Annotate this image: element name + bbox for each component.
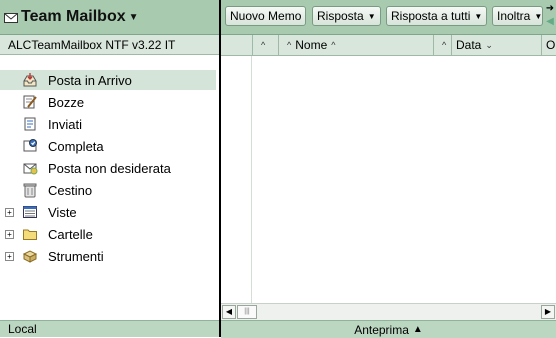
navigator-list: Posta in Arrivo Bozze Inviati Completa P… (0, 56, 219, 320)
horizontal-scrollbar[interactable]: ◀ ||| ▶ (221, 303, 556, 321)
inbox-icon (23, 73, 37, 87)
toolbar-scroll-arrows[interactable]: ➜ ◀ (544, 2, 556, 32)
preview-label: Anteprima (354, 322, 409, 337)
database-title-bar: ALCTeamMailbox NTF v3.22 IT (0, 35, 219, 55)
sort-up-icon: ^ (287, 40, 292, 50)
column-header-row: ^ ^ Nome ^ ^ Data ⌄ Or (221, 35, 556, 56)
forward-button[interactable]: Inoltra ▼ (492, 6, 543, 26)
column-separator (251, 56, 252, 303)
column-header-name[interactable]: ^ Nome ^ (278, 35, 433, 55)
mailbox-envelope-icon (4, 13, 18, 23)
nav-item-complete[interactable]: Completa (0, 136, 216, 156)
nav-item-label: Posta non desiderata (48, 160, 171, 176)
sort-up-icon: ^ (331, 40, 336, 50)
column-name-label: Nome (295, 38, 328, 52)
action-toolbar: Nuovo Memo Risposta ▼ Risposta a tutti ▼… (221, 0, 556, 35)
nav-item-trash[interactable]: Cestino (0, 180, 216, 200)
expand-icon[interactable]: + (5, 229, 14, 239)
nav-item-drafts[interactable]: Bozze (0, 92, 216, 112)
junk-mail-icon (23, 163, 38, 175)
column-header-attach[interactable]: ^ (433, 35, 453, 55)
nav-item-views[interactable]: + Viste (0, 202, 216, 222)
sent-icon (24, 117, 36, 131)
expand-icon[interactable]: + (5, 251, 14, 261)
nav-item-label: Strumenti (48, 248, 104, 264)
database-title: ALCTeamMailbox NTF v3.22 IT (8, 37, 176, 52)
chevron-down-icon: ▼ (367, 11, 376, 21)
column-header-sort[interactable]: ^ (252, 35, 278, 55)
reply-label: Risposta (317, 9, 364, 23)
location-status: Local (8, 322, 37, 336)
chevron-down-icon: ▼ (474, 11, 483, 21)
chevron-down-icon: ▼ (128, 11, 139, 23)
column-time-label: Or (546, 38, 556, 52)
triangle-up-icon: ▲ (412, 324, 423, 335)
scroll-left-button[interactable]: ◀ (222, 305, 236, 319)
nav-item-sent[interactable]: Inviati (0, 114, 216, 134)
chevron-down-icon: ▼ (534, 11, 543, 21)
column-header-time[interactable]: Or (541, 35, 556, 55)
nav-item-label: Bozze (48, 94, 85, 110)
arrow-right-icon: ➜ (545, 3, 555, 14)
tools-icon (22, 250, 38, 263)
reply-button[interactable]: Risposta ▼ (312, 6, 381, 26)
preview-toggle-bar[interactable]: Anteprima ▲ (221, 320, 556, 338)
complete-icon (23, 139, 37, 152)
nav-item-label: Cartelle (48, 226, 93, 242)
column-header-date[interactable]: Data ⌄ (451, 35, 541, 55)
trash-icon (23, 183, 37, 198)
nav-item-label: Completa (48, 138, 104, 154)
arrow-left-icon: ◀ (546, 16, 554, 27)
views-icon (23, 206, 37, 218)
forward-label: Inoltra (497, 9, 531, 23)
message-list[interactable] (221, 56, 556, 303)
nav-item-inbox[interactable]: Posta in Arrivo (0, 70, 216, 90)
sort-up-icon: ^ (261, 40, 266, 50)
nav-item-label: Cestino (48, 182, 93, 198)
drafts-icon (23, 95, 37, 109)
folder-icon (23, 229, 37, 240)
scrollbar-thumb[interactable]: ||| (237, 305, 257, 319)
column-date-label: Data (456, 38, 482, 52)
nav-item-junk-mail[interactable]: Posta non desiderata (0, 158, 216, 178)
sort-down-icon: ⌄ (485, 39, 493, 50)
nav-item-folders[interactable]: + Cartelle (0, 224, 216, 244)
nav-item-tools[interactable]: + Strumenti (0, 246, 216, 266)
mailbox-title-text: Team Mailbox (21, 8, 126, 25)
nav-item-label: Viste (48, 204, 77, 220)
new-memo-button[interactable]: Nuovo Memo (225, 6, 307, 26)
navigator-header: Team Mailbox ▼ (0, 0, 219, 35)
reply-all-label: Risposta a tutti (391, 9, 471, 23)
nav-item-label: Posta in Arrivo (48, 72, 132, 88)
location-status-bar: Local (0, 320, 219, 337)
reply-all-button[interactable]: Risposta a tutti ▼ (386, 6, 488, 26)
scroll-right-button[interactable]: ▶ (541, 305, 555, 319)
sort-up-icon: ^ (442, 40, 447, 50)
expand-icon[interactable]: + (5, 207, 14, 217)
new-memo-label: Nuovo Memo (230, 9, 302, 23)
nav-item-label: Inviati (48, 116, 82, 132)
mailbox-title-menu[interactable]: Team Mailbox ▼ (4, 7, 139, 27)
